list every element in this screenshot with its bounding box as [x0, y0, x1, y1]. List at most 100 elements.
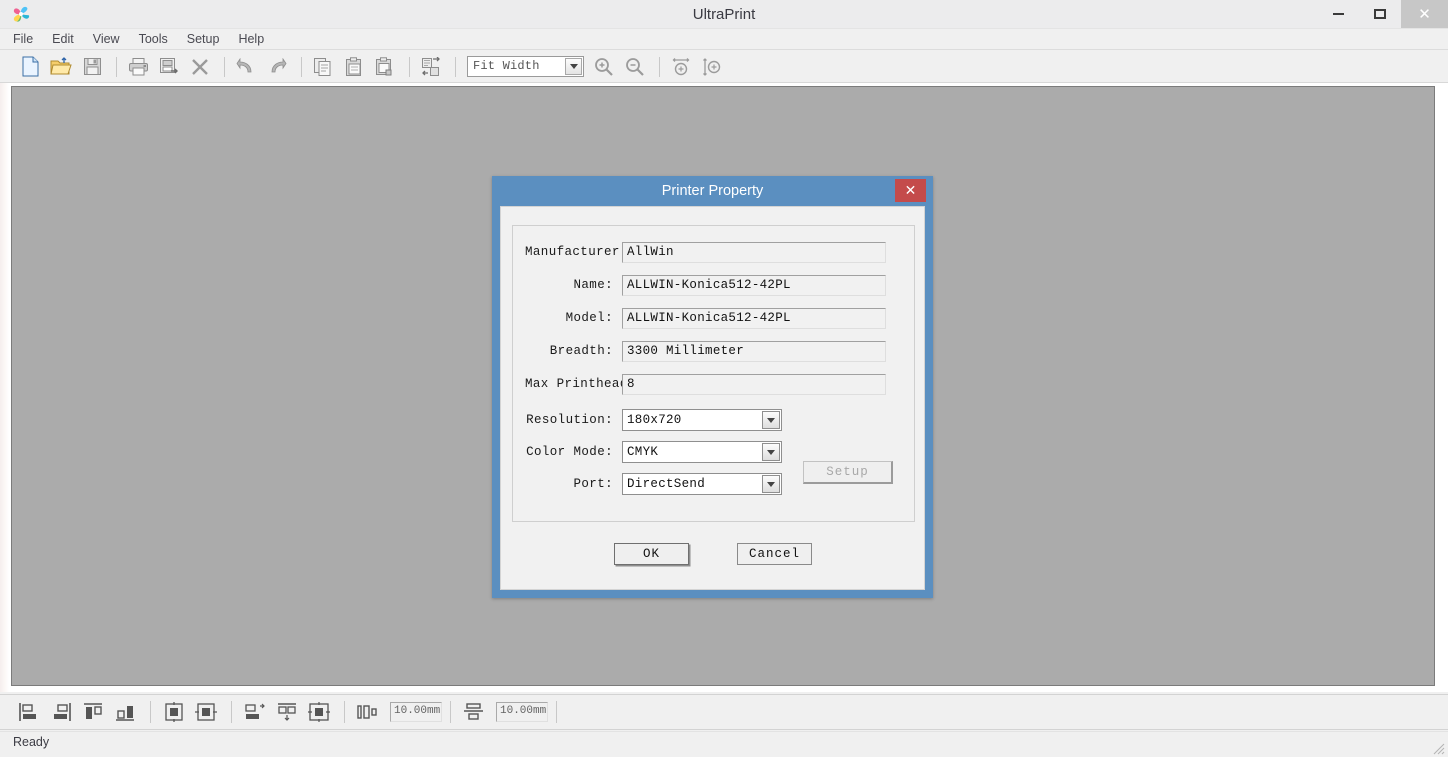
- distribute-horizontal-button[interactable]: [240, 699, 270, 725]
- zoom-in-icon: [594, 57, 614, 77]
- dialog-close-button[interactable]: ✕: [895, 179, 926, 202]
- print-export-button[interactable]: [155, 54, 183, 80]
- print-export-icon: [159, 57, 179, 77]
- canvas-left-margin: [0, 83, 9, 692]
- vertical-spacing-button[interactable]: [459, 699, 489, 725]
- copy-button[interactable]: [309, 54, 337, 80]
- align-top-button[interactable]: [78, 699, 108, 725]
- align-left-icon: [18, 702, 40, 722]
- application-window: UltraPrint ✕ File Edit View Tools Setup …: [0, 0, 1448, 757]
- resolution-select[interactable]: 180x720: [622, 409, 782, 431]
- color-mode-dropdown-button[interactable]: [762, 443, 780, 461]
- align-bottom-button[interactable]: [110, 699, 140, 725]
- center-vertical-button[interactable]: [159, 699, 189, 725]
- ok-button[interactable]: OK: [614, 543, 689, 565]
- save-file-button[interactable]: [78, 54, 106, 80]
- setup-button[interactable]: Setup: [803, 461, 893, 484]
- fit-width-button[interactable]: [667, 54, 695, 80]
- menu-tools[interactable]: Tools: [139, 30, 179, 48]
- toolbar-separator: [659, 57, 660, 77]
- status-message: Ready: [13, 735, 49, 749]
- menu-help[interactable]: Help: [238, 30, 275, 48]
- transform-icon: [421, 57, 441, 77]
- zoom-level-combo[interactable]: Fit Width: [467, 56, 584, 77]
- menu-setup[interactable]: Setup: [187, 30, 231, 48]
- port-dropdown-button[interactable]: [762, 475, 780, 493]
- resolution-label: Resolution:: [525, 413, 622, 427]
- distribute-vertical-icon: [276, 702, 298, 722]
- port-select[interactable]: DirectSend: [622, 473, 782, 495]
- menu-view[interactable]: View: [93, 30, 131, 48]
- paste-icon: [345, 57, 364, 77]
- manufacturer-input[interactable]: AllWin: [622, 242, 886, 263]
- toolbar-separator: [301, 57, 302, 77]
- name-input[interactable]: ALLWIN-Konica512-42PL: [622, 275, 886, 296]
- port-value: DirectSend: [627, 477, 705, 491]
- field-row-name: Name: ALLWIN-Konica512-42PL: [525, 274, 886, 296]
- resolution-value: 180x720: [627, 413, 682, 427]
- redo-button[interactable]: [263, 54, 291, 80]
- color-mode-select[interactable]: CMYK: [622, 441, 782, 463]
- fit-height-button[interactable]: [698, 54, 726, 80]
- chevron-down-icon: [767, 418, 775, 423]
- dialog-title: Printer Property: [492, 176, 933, 206]
- status-bar: Ready: [0, 731, 1448, 757]
- menu-edit[interactable]: Edit: [52, 30, 85, 48]
- window-title: UltraPrint: [0, 0, 1448, 29]
- toolbar-separator: [344, 701, 345, 723]
- resize-grip[interactable]: [1431, 741, 1445, 755]
- field-row-resolution: Resolution: 180x720: [525, 409, 782, 431]
- minimize-button[interactable]: [1317, 0, 1359, 28]
- zoom-combo-dropdown-button[interactable]: [565, 58, 582, 75]
- toolbar-separator: [224, 57, 225, 77]
- vertical-spacing-icon: [462, 702, 486, 722]
- distribute-both-button[interactable]: [304, 699, 334, 725]
- transform-button[interactable]: [417, 54, 445, 80]
- menu-file[interactable]: File: [13, 30, 44, 48]
- open-file-icon: [50, 57, 72, 77]
- distribute-both-icon: [308, 702, 330, 722]
- maximize-icon: [1374, 9, 1386, 19]
- vertical-spacing-input[interactable]: 10.00mm: [496, 702, 548, 722]
- close-document-button[interactable]: [186, 54, 214, 80]
- breadth-value: 3300 Millimeter: [627, 344, 744, 358]
- open-file-button[interactable]: [47, 54, 75, 80]
- close-document-icon: [191, 58, 209, 76]
- max-printhead-input[interactable]: 8: [622, 374, 886, 395]
- name-value: ALLWIN-Konica512-42PL: [627, 278, 791, 292]
- new-file-button[interactable]: [16, 54, 44, 80]
- horizontal-spacing-button[interactable]: [353, 699, 383, 725]
- center-horizontal-icon: [195, 702, 217, 722]
- vertical-spacing-value: 10.00mm: [500, 705, 546, 717]
- dialog-body: Manufacturer: AllWin Name: ALLWIN-Konica…: [500, 206, 925, 590]
- toolbar-separator: [409, 57, 410, 77]
- undo-button[interactable]: [232, 54, 260, 80]
- maximize-button[interactable]: [1359, 0, 1401, 28]
- distribute-vertical-button[interactable]: [272, 699, 302, 725]
- new-file-icon: [21, 56, 40, 77]
- align-right-button[interactable]: [46, 699, 76, 725]
- toolbar-separator: [556, 701, 557, 723]
- zoom-out-button[interactable]: [621, 54, 649, 80]
- center-horizontal-button[interactable]: [191, 699, 221, 725]
- zoom-out-icon: [625, 57, 645, 77]
- chevron-down-icon: [767, 450, 775, 455]
- align-left-button[interactable]: [14, 699, 44, 725]
- horizontal-spacing-input[interactable]: 10.00mm: [390, 702, 442, 722]
- max-printhead-value: 8: [627, 377, 635, 391]
- paste-button[interactable]: [340, 54, 368, 80]
- close-window-button[interactable]: ✕: [1401, 0, 1448, 28]
- resolution-dropdown-button[interactable]: [762, 411, 780, 429]
- cancel-button[interactable]: Cancel: [737, 543, 812, 565]
- color-mode-value: CMYK: [627, 445, 658, 459]
- manufacturer-label: Manufacturer:: [525, 245, 622, 259]
- print-button[interactable]: [124, 54, 152, 80]
- window-controls: ✕: [1317, 0, 1448, 28]
- fit-height-icon: [702, 57, 722, 77]
- align-right-icon: [50, 702, 72, 722]
- zoom-in-button[interactable]: [590, 54, 618, 80]
- paste-special-button[interactable]: [371, 54, 399, 80]
- breadth-input[interactable]: 3300 Millimeter: [622, 341, 886, 362]
- field-row-color-mode: Color Mode: CMYK: [525, 441, 782, 463]
- model-input[interactable]: ALLWIN-Konica512-42PL: [622, 308, 886, 329]
